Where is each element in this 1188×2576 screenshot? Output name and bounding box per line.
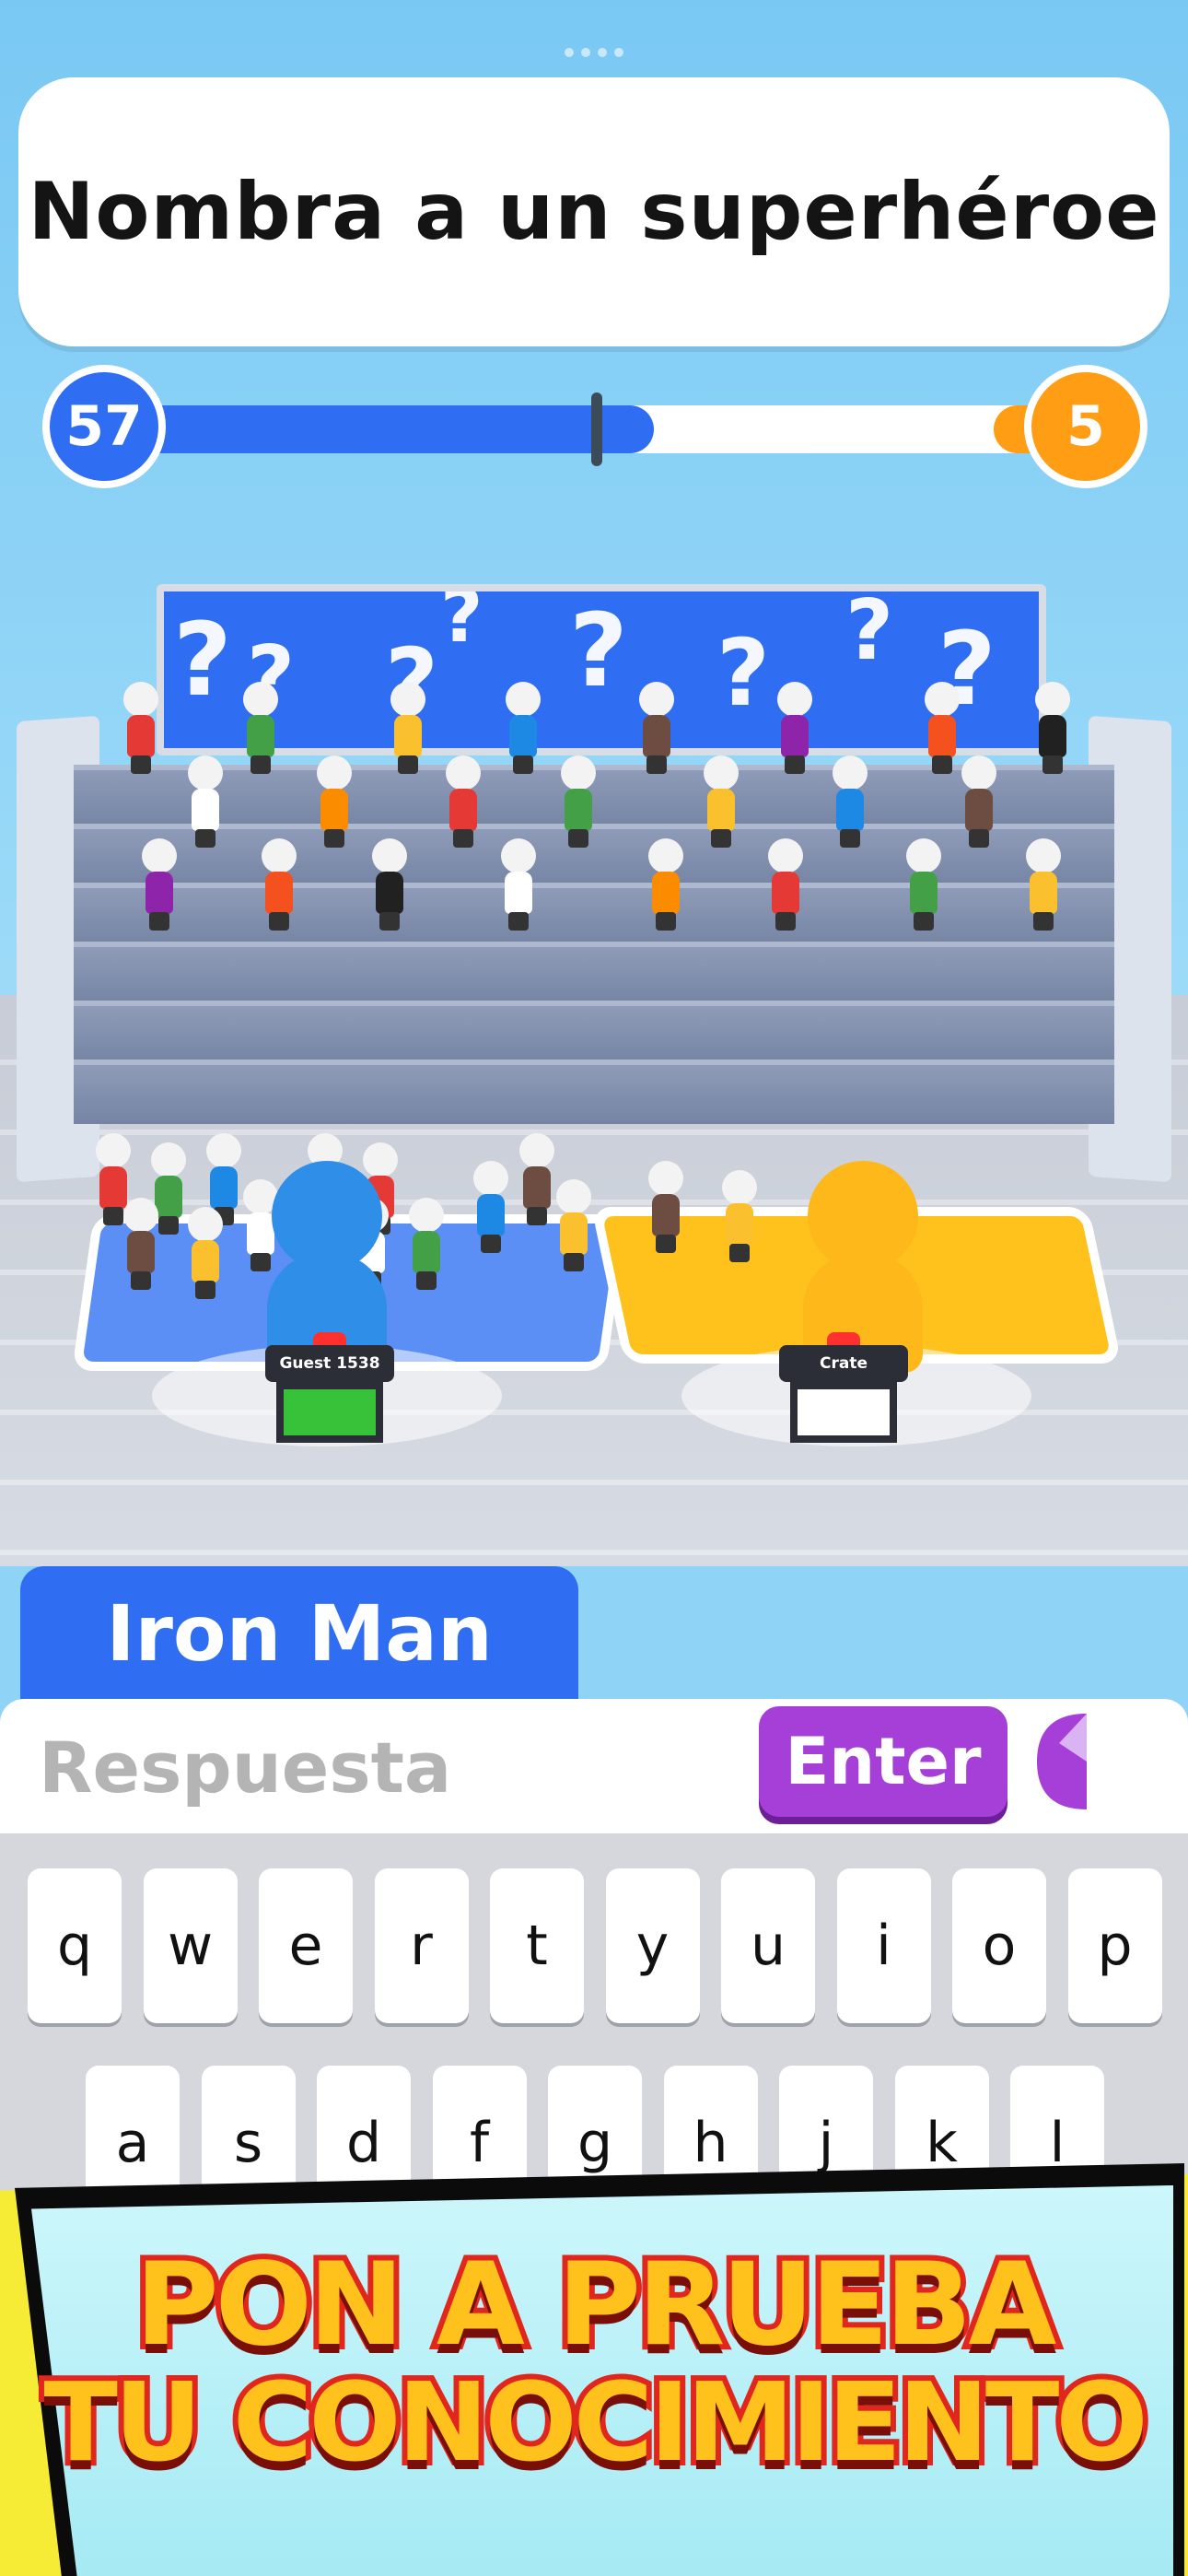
audience-figure: [442, 755, 484, 848]
score-right-value: 5: [1066, 394, 1105, 459]
player-2-name: Crate: [779, 1345, 908, 1382]
score-progress-bar: 57 5: [42, 365, 1147, 494]
score-left-value: 57: [65, 394, 143, 459]
audience-figure: [239, 682, 282, 774]
progress-fill-blue: [107, 405, 654, 453]
blue-team-figure: [184, 1207, 227, 1299]
audience-figure: [387, 682, 429, 774]
key-y[interactable]: y: [605, 1868, 700, 2023]
podium-base: [790, 1382, 897, 1443]
question-card: Nombra a un superhéroe: [18, 77, 1170, 346]
score-left-badge: 57: [42, 365, 166, 488]
audience-figure: [829, 755, 871, 848]
promo-line-2: TU CONOCIMIENTO: [38, 2359, 1153, 2486]
key-w[interactable]: w: [143, 1868, 238, 2023]
question-mark-icon: ?: [173, 601, 232, 719]
progress-center-marker: [591, 392, 602, 466]
key-i[interactable]: i: [836, 1868, 931, 2023]
question-mark-icon: ?: [569, 591, 628, 709]
answer-input-bar: Enter: [0, 1699, 1188, 1833]
player-1-name: Guest 1538: [265, 1345, 394, 1382]
question-mark-screen: ? ? ? ? ? ? ? ?: [157, 584, 1046, 755]
audience-figure: [700, 755, 742, 848]
enter-button[interactable]: Enter: [759, 1706, 1007, 1817]
blue-team-figure: [405, 1198, 448, 1290]
promo-line-1: PON A PRUEBA: [130, 2239, 1063, 2371]
drag-handle[interactable]: [562, 48, 626, 57]
blue-team-figure: [553, 1179, 595, 1271]
answer-input[interactable]: [37, 1717, 740, 1817]
question-mark-icon: ?: [440, 584, 483, 659]
key-r[interactable]: r: [374, 1868, 469, 2023]
blue-team-figure: [470, 1161, 512, 1253]
player-avatar-yellow: [794, 1161, 932, 1373]
audience-figure: [138, 838, 181, 931]
question-mark-icon: ?: [716, 619, 771, 727]
key-o[interactable]: o: [952, 1868, 1046, 2023]
audience-figure: [120, 682, 162, 774]
audience-figure: [764, 838, 807, 931]
audience-figure: [1031, 682, 1074, 774]
promo-headline: PON A PRUEBA TU CONOCIMIENTO: [0, 2239, 1188, 2486]
audience-figure: [184, 755, 227, 848]
game-scene: ? ? ? ? ? ? ? ? Guest 1538 Crate: [0, 498, 1188, 1566]
audience-figure: [557, 755, 600, 848]
key-u[interactable]: u: [721, 1868, 815, 2023]
hint-icon[interactable]: [1031, 1706, 1092, 1817]
audience-figure: [903, 838, 945, 931]
audience-figure: [368, 838, 411, 931]
key-p[interactable]: p: [1067, 1868, 1162, 2023]
yellow-team-figure: [718, 1170, 761, 1262]
audience-figure: [502, 682, 544, 774]
key-e[interactable]: e: [259, 1868, 353, 2023]
audience-figure: [1022, 838, 1065, 931]
question-text: Nombra a un superhéroe: [28, 166, 1160, 258]
audience-figure: [258, 838, 300, 931]
question-mark-icon: ?: [845, 584, 894, 679]
submitted-answer-tag: Iron Man: [20, 1566, 578, 1701]
submitted-answer-text: Iron Man: [106, 1588, 493, 1679]
podium-player-1: Guest 1538: [265, 1332, 394, 1446]
podium-player-2: Crate: [779, 1332, 908, 1446]
audience-figure: [635, 682, 678, 774]
audience-figure: [774, 682, 816, 774]
audience-figure: [958, 755, 1000, 848]
score-right-badge: 5: [1024, 365, 1147, 488]
audience-figure: [497, 838, 540, 931]
blue-team-figure: [120, 1198, 162, 1290]
podium-base: [276, 1382, 383, 1443]
key-q[interactable]: q: [28, 1868, 122, 2023]
audience-figure: [313, 755, 355, 848]
audience-figure: [645, 838, 687, 931]
key-t[interactable]: t: [490, 1868, 584, 2023]
yellow-team-figure: [645, 1161, 687, 1253]
